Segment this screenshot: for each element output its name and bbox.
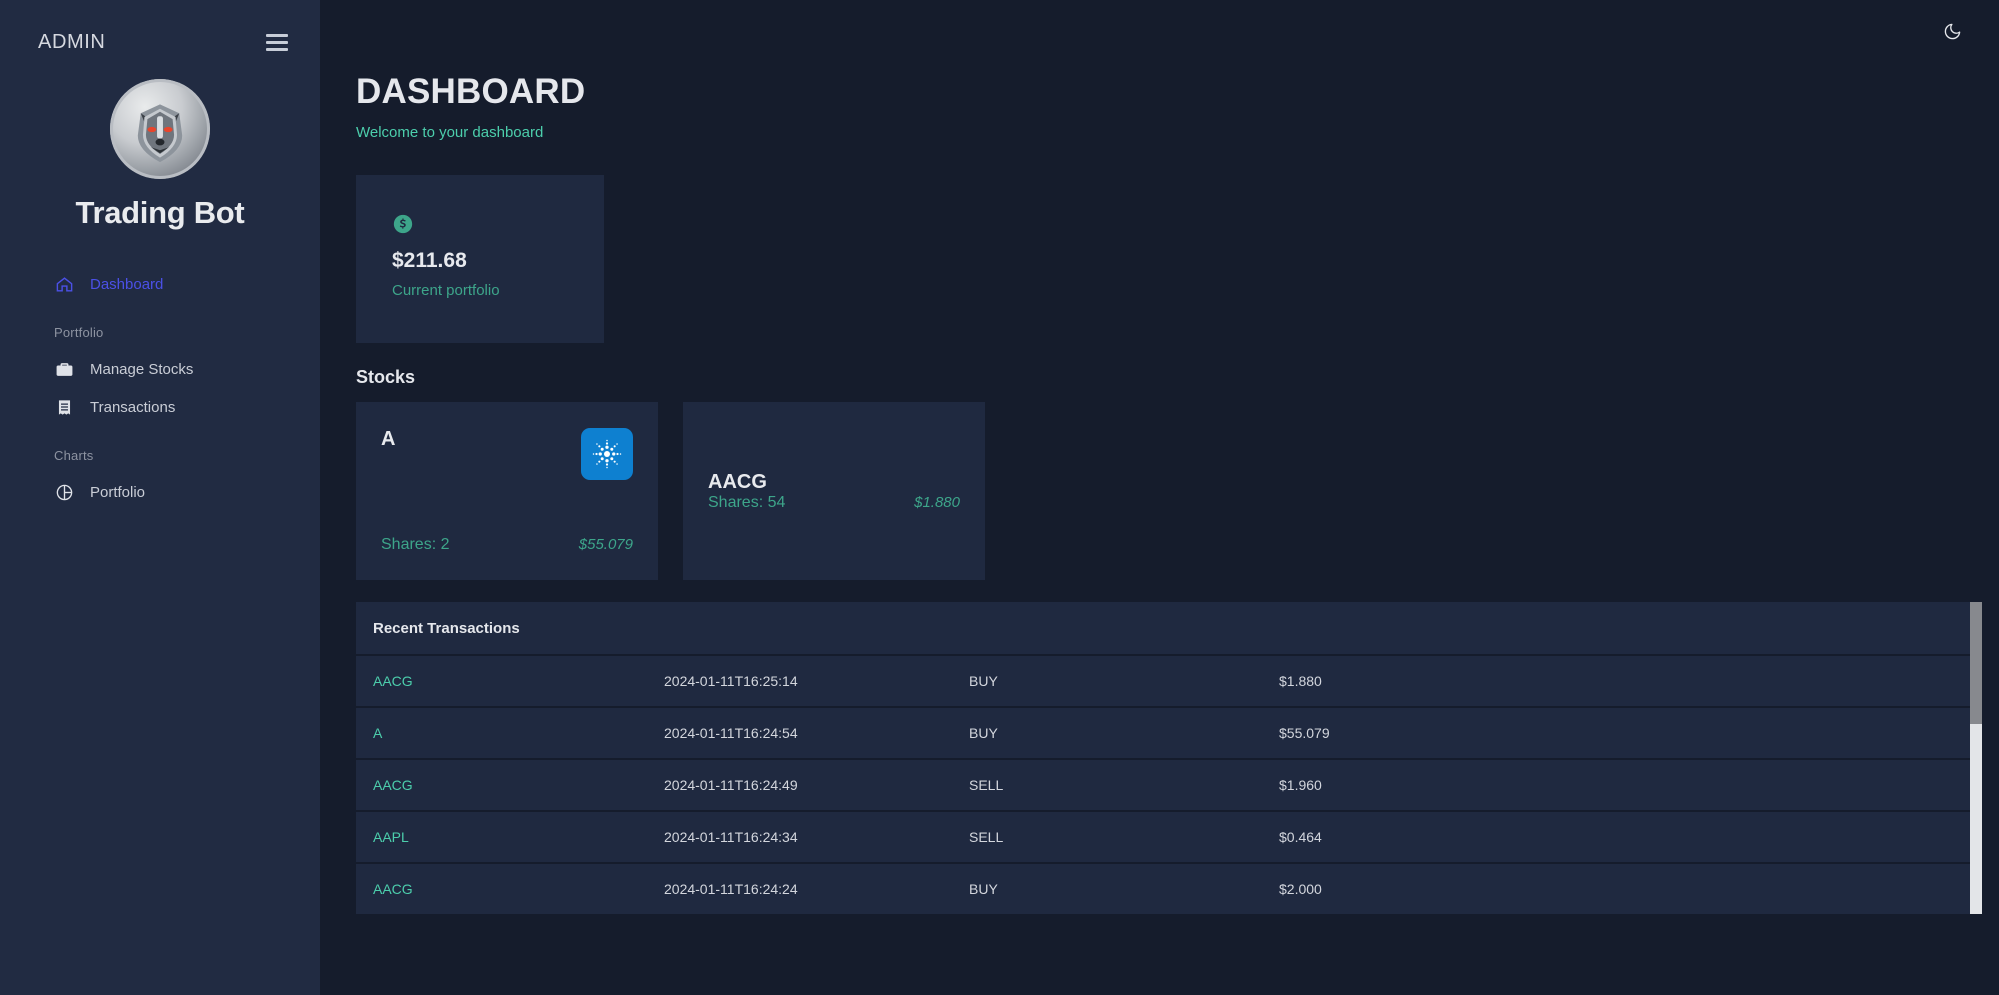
portfolio-value: $211.68	[392, 249, 467, 272]
cell-type: BUY	[969, 725, 998, 741]
cell-symbol[interactable]: A	[356, 725, 664, 741]
cell-price: $1.880	[1279, 673, 1322, 689]
sidebar-item-label: Dashboard	[90, 275, 164, 293]
cell-date: 2024-01-11T16:24:54	[664, 725, 798, 741]
sidebar-section-charts: Charts	[54, 448, 94, 463]
stock-price: $55.079	[578, 536, 633, 553]
hamburger-bar	[266, 41, 288, 44]
cell-price: $1.960	[1279, 777, 1322, 793]
hamburger-bar	[266, 48, 288, 51]
dollar-circle-icon	[392, 213, 414, 235]
sidebar-item-label: Transactions	[90, 398, 176, 416]
briefcase-icon	[54, 359, 74, 379]
cell-date: 2024-01-11T16:25:14	[664, 673, 798, 689]
stocks-list: A Shares: 2 $55.079 AACG Shares: 54 $1.8…	[356, 402, 1999, 580]
stock-shares: Shares: 2	[381, 536, 450, 553]
stock-symbol: A	[381, 428, 396, 450]
table-row[interactable]: AACG 2024-01-11T16:25:14 BUY $1.880	[356, 654, 1982, 706]
sidebar-section-portfolio: Portfolio	[54, 325, 104, 340]
cell-price: $2.000	[1279, 881, 1322, 897]
recent-transactions-table: Recent Transactions AACG 2024-01-11T16:2…	[356, 602, 1982, 914]
cell-date: 2024-01-11T16:24:34	[664, 829, 798, 845]
main-content: DASHBOARD Welcome to your dashboard $211…	[320, 0, 1999, 995]
stock-card-bottom: Shares: 54 $1.880	[708, 494, 960, 512]
sidebar-nav: Dashboard Portfolio Manage Stocks Transa…	[0, 265, 320, 511]
wolf-logo-circle	[110, 79, 210, 179]
cell-type: BUY	[969, 881, 998, 897]
sidebar-brand-title: Trading Bot	[75, 195, 245, 230]
dashboard-content: DASHBOARD Welcome to your dashboard $211…	[320, 62, 1999, 914]
sidebar: ADMIN Trading Bot Dashboard Portfolio Ma…	[0, 0, 320, 995]
page-subtitle: Welcome to your dashboard	[356, 124, 544, 141]
stock-card-top: A	[381, 428, 633, 480]
topbar	[320, 0, 1999, 62]
portfolio-label: Current portfolio	[392, 282, 500, 299]
sidebar-admin-label: ADMIN	[38, 31, 106, 53]
sidebar-item-label: Manage Stocks	[90, 360, 194, 378]
sidebar-header: ADMIN	[0, 0, 320, 55]
sidebar-item-manage-stocks[interactable]: Manage Stocks	[0, 350, 320, 388]
cell-date: 2024-01-11T16:24:24	[664, 881, 798, 897]
pie-chart-icon	[54, 482, 74, 502]
cell-price: $0.464	[1279, 829, 1322, 845]
receipt-icon	[54, 397, 74, 417]
portfolio-stat-card: $211.68 Current portfolio	[356, 175, 604, 343]
stock-card-top: AACG	[708, 471, 960, 494]
table-row[interactable]: A 2024-01-11T16:24:54 BUY $55.079	[356, 706, 1982, 758]
cell-symbol[interactable]: AACG	[356, 881, 664, 897]
table-title: Recent Transactions	[356, 602, 1982, 654]
cell-type: SELL	[969, 777, 1004, 793]
cell-date: 2024-01-11T16:24:49	[664, 777, 798, 793]
avatar	[0, 79, 320, 179]
cell-symbol[interactable]: AAPL	[356, 829, 664, 845]
wolf-logo	[137, 104, 183, 163]
stock-shares: Shares: 54	[708, 493, 786, 511]
sidebar-item-portfolio-chart[interactable]: Portfolio	[0, 473, 320, 511]
stock-price: $1.880	[914, 493, 960, 511]
hamburger-bar	[266, 34, 288, 37]
hamburger-icon[interactable]	[262, 30, 292, 55]
cell-type: BUY	[969, 673, 998, 689]
cell-symbol[interactable]: AACG	[356, 777, 664, 793]
stock-card-a[interactable]: A Shares: 2 $55.079	[356, 402, 658, 580]
moon-icon[interactable]	[1935, 14, 1969, 48]
table-scrollbar[interactable]	[1970, 602, 1982, 914]
app-root: ADMIN Trading Bot Dashboard Portfolio Ma…	[0, 0, 1999, 995]
stock-symbol: AACG	[708, 470, 767, 493]
page-title: DASHBOARD	[356, 72, 586, 111]
cell-price: $55.079	[1279, 725, 1330, 741]
table-scrollbar-thumb[interactable]	[1970, 602, 1982, 724]
table-row[interactable]: AACG 2024-01-11T16:24:49 SELL $1.960	[356, 758, 1982, 810]
table-row[interactable]: AACG 2024-01-11T16:24:24 BUY $2.000	[356, 862, 1982, 914]
home-icon	[54, 274, 74, 294]
sidebar-item-dashboard[interactable]: Dashboard	[0, 265, 320, 303]
stocks-section-title: Stocks	[356, 367, 416, 387]
table-row[interactable]: AAPL 2024-01-11T16:24:34 SELL $0.464	[356, 810, 1982, 862]
stock-card-aacg[interactable]: AACG Shares: 54 $1.880	[683, 402, 985, 580]
cell-symbol[interactable]: AACG	[356, 673, 664, 689]
sidebar-item-label: Portfolio	[90, 483, 146, 501]
stock-card-bottom: Shares: 2 $55.079	[381, 536, 633, 554]
agilent-starburst-icon	[581, 428, 633, 480]
sidebar-item-transactions[interactable]: Transactions	[0, 388, 320, 426]
cell-type: SELL	[969, 829, 1004, 845]
